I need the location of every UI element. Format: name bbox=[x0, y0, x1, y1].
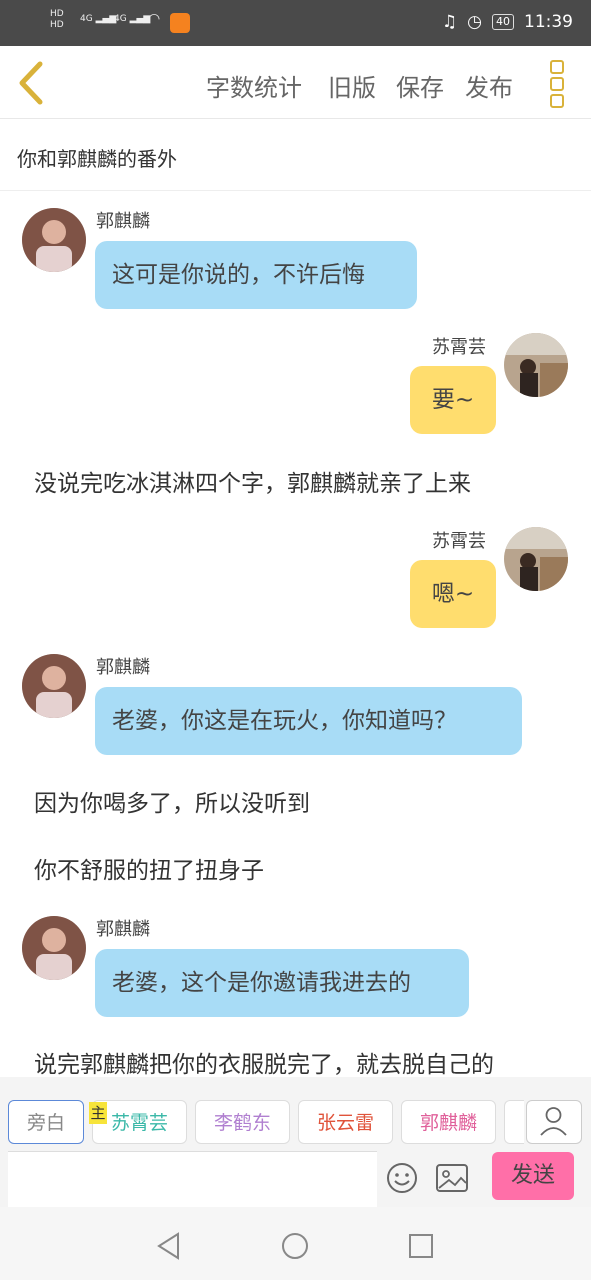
send-button[interactable]: 发送 bbox=[492, 1152, 574, 1200]
wifi-icon: ◠ bbox=[148, 11, 161, 27]
character-chip-li-hedong[interactable]: 李鹤东 bbox=[195, 1100, 290, 1144]
sender-name: 苏霄芸 bbox=[432, 531, 486, 552]
signal-icon-2: 4G ▂▄▆ bbox=[114, 14, 151, 24]
signal-label-2: 4G bbox=[114, 14, 127, 24]
status-bar: HD HD 4G ▂▄▆ 4G ▂▄▆ ◠ ♫ ◷ 40 11:39 bbox=[0, 0, 591, 46]
editor-toolbar: 字数统计 旧版 保存 发布 bbox=[0, 46, 591, 119]
hd-label-1: HD bbox=[50, 9, 64, 19]
person-icon[interactable] bbox=[526, 1100, 582, 1144]
sender-name: 苏霄芸 bbox=[432, 337, 486, 358]
sender-name: 郭麒麟 bbox=[96, 211, 150, 232]
message-bubble[interactable]: 老婆，你这是在玩火，你知道吗？ bbox=[95, 687, 522, 755]
publish-button[interactable]: 发布 bbox=[465, 68, 513, 103]
back-chevron-icon[interactable] bbox=[14, 60, 50, 106]
avatar-guo-qilin[interactable] bbox=[22, 916, 86, 980]
message-bubble[interactable]: 这可是你说的，不许后悔 bbox=[95, 241, 417, 309]
clock: 11:39 bbox=[524, 12, 573, 32]
app-notification-icon bbox=[170, 13, 190, 33]
battery-icon: 40 bbox=[492, 14, 514, 30]
narration-text[interactable]: 说完郭麒麟把你的衣服脱完了，就去脱自己的 bbox=[34, 1045, 494, 1079]
hd-indicator: HD HD bbox=[50, 9, 64, 31]
narration-text[interactable]: 你不舒服的扭了扭身子 bbox=[34, 851, 264, 885]
emoji-icon[interactable] bbox=[385, 1161, 419, 1199]
message-bubble[interactable]: 嗯~ bbox=[410, 560, 496, 628]
signal-icon: 4G ▂▄▆ bbox=[80, 14, 117, 24]
nav-recent-icon[interactable] bbox=[408, 1233, 434, 1263]
image-icon[interactable] bbox=[435, 1163, 469, 1197]
old-version-button[interactable]: 旧版 bbox=[328, 68, 376, 103]
system-navigation-bar bbox=[0, 1207, 591, 1280]
more-menu-icon[interactable] bbox=[550, 60, 566, 108]
character-chip-narrator[interactable]: 旁白 bbox=[8, 1100, 84, 1144]
signal-label-1: 4G bbox=[80, 14, 93, 24]
word-count-button[interactable]: 字数统计 bbox=[206, 68, 302, 103]
nav-home-icon[interactable] bbox=[281, 1232, 309, 1264]
narration-text[interactable]: 因为你喝多了，所以没听到 bbox=[34, 784, 310, 818]
character-chip-guo-qilin[interactable]: 郭麒麟 bbox=[401, 1100, 496, 1144]
narration-text[interactable]: 没说完吃冰淇淋四个字，郭麒麟就亲了上来 bbox=[34, 464, 471, 498]
main-character-tag: 主 bbox=[89, 1102, 107, 1124]
message-input[interactable] bbox=[8, 1151, 377, 1208]
avatar-guo-qilin[interactable] bbox=[22, 208, 86, 272]
sender-name: 郭麒麟 bbox=[96, 919, 150, 940]
sender-name: 郭麒麟 bbox=[96, 657, 150, 678]
alarm-icon: ◷ bbox=[467, 12, 482, 32]
story-title-row[interactable]: 你和郭麒麟的番外 bbox=[0, 119, 591, 191]
nav-back-icon[interactable] bbox=[156, 1232, 182, 1264]
message-bubble[interactable]: 要~ bbox=[410, 366, 496, 434]
hd-label-2: HD bbox=[50, 20, 64, 30]
avatar-guo-qilin[interactable] bbox=[22, 654, 86, 718]
compose-panel: 旁白 苏霄芸 主 李鹤东 张云雷 郭麒麟 发送 bbox=[0, 1077, 591, 1208]
character-chip-zhang-yunlei[interactable]: 张云雷 bbox=[298, 1100, 393, 1144]
avatar-su-xiaoyun[interactable] bbox=[504, 527, 568, 591]
message-bubble[interactable]: 老婆，这个是你邀请我进去的 bbox=[95, 949, 469, 1017]
save-button[interactable]: 保存 bbox=[396, 68, 444, 103]
story-title: 你和郭麒麟的番外 bbox=[17, 147, 177, 171]
character-chip-more[interactable] bbox=[504, 1100, 524, 1144]
avatar-su-xiaoyun[interactable] bbox=[504, 333, 568, 397]
headset-icon: ♫ bbox=[441, 12, 458, 32]
